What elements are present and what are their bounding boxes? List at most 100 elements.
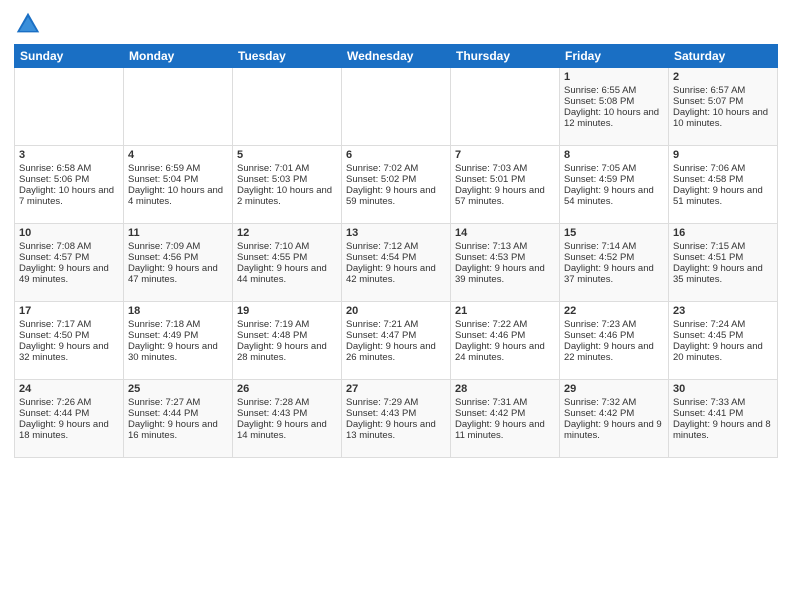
day-number: 5	[237, 149, 337, 161]
day-info: Daylight: 9 hours and 28 minutes.	[237, 341, 337, 363]
calendar-cell: 27Sunrise: 7:29 AMSunset: 4:43 PMDayligh…	[342, 380, 451, 458]
day-info: Sunrise: 7:18 AM	[128, 319, 228, 330]
day-info: Daylight: 9 hours and 51 minutes.	[673, 185, 773, 207]
day-number: 19	[237, 305, 337, 317]
day-info: Daylight: 9 hours and 32 minutes.	[19, 341, 119, 363]
calendar-cell: 20Sunrise: 7:21 AMSunset: 4:47 PMDayligh…	[342, 302, 451, 380]
calendar-week-row: 3Sunrise: 6:58 AMSunset: 5:06 PMDaylight…	[15, 146, 778, 224]
day-info: Daylight: 9 hours and 37 minutes.	[564, 263, 664, 285]
day-info: Daylight: 9 hours and 57 minutes.	[455, 185, 555, 207]
day-number: 6	[346, 149, 446, 161]
calendar-cell: 28Sunrise: 7:31 AMSunset: 4:42 PMDayligh…	[451, 380, 560, 458]
day-info: Sunrise: 6:59 AM	[128, 163, 228, 174]
day-info: Daylight: 9 hours and 26 minutes.	[346, 341, 446, 363]
day-info: Sunrise: 7:24 AM	[673, 319, 773, 330]
calendar-cell: 14 Sunrise: 7:13 AMSunset: 4:53 PMDayligh…	[451, 224, 560, 302]
day-info: Daylight: 10 hours and 2 minutes.	[237, 185, 337, 207]
day-info: Sunset: 4:53 PM	[455, 252, 555, 263]
day-number: 9	[673, 149, 773, 161]
calendar-cell: 18Sunrise: 7:18 AMSunset: 4:49 PMDayligh…	[124, 302, 233, 380]
calendar-header-sunday: Sunday	[15, 45, 124, 68]
day-number: 14	[455, 227, 555, 239]
day-info: Daylight: 9 hours and 9 minutes.	[564, 419, 664, 441]
day-info: Daylight: 10 hours and 4 minutes.	[128, 185, 228, 207]
day-info: Sunset: 4:55 PM	[237, 252, 337, 263]
calendar-cell: 30Sunrise: 7:33 AMSunset: 4:41 PMDayligh…	[669, 380, 778, 458]
calendar-cell: 17Sunrise: 7:17 AMSunset: 4:50 PMDayligh…	[15, 302, 124, 380]
day-info: Sunrise: 7:13 AM	[455, 241, 555, 252]
day-info: Daylight: 9 hours and 18 minutes.	[19, 419, 119, 441]
day-info: Sunrise: 6:57 AM	[673, 85, 773, 96]
day-number: 23	[673, 305, 773, 317]
day-info: Sunrise: 7:19 AM	[237, 319, 337, 330]
day-info: Sunrise: 7:32 AM	[564, 397, 664, 408]
day-number: 29	[564, 383, 664, 395]
day-info: Sunrise: 7:29 AM	[346, 397, 446, 408]
day-info: Sunrise: 7:08 AM	[19, 241, 119, 252]
day-info: Sunrise: 6:55 AM	[564, 85, 664, 96]
day-number: 22	[564, 305, 664, 317]
day-info: Sunrise: 7:06 AM	[673, 163, 773, 174]
day-info: Daylight: 9 hours and 8 minutes.	[673, 419, 773, 441]
day-number: 13	[346, 227, 446, 239]
day-info: Sunrise: 7:21 AM	[346, 319, 446, 330]
day-info: Daylight: 9 hours and 42 minutes.	[346, 263, 446, 285]
day-info: Sunset: 4:59 PM	[564, 174, 664, 185]
day-info: Daylight: 9 hours and 49 minutes.	[19, 263, 119, 285]
day-info: Sunrise: 7:27 AM	[128, 397, 228, 408]
day-info: Sunrise: 7:09 AM	[128, 241, 228, 252]
day-info: Sunset: 5:02 PM	[346, 174, 446, 185]
calendar-cell: 11 Sunrise: 7:09 AMSunset: 4:56 PMDayligh…	[124, 224, 233, 302]
day-info: Sunset: 4:48 PM	[237, 330, 337, 341]
calendar-cell: 21Sunrise: 7:22 AMSunset: 4:46 PMDayligh…	[451, 302, 560, 380]
day-info: Daylight: 9 hours and 16 minutes.	[128, 419, 228, 441]
calendar-cell: 1Sunrise: 6:55 AMSunset: 5:08 PMDaylight…	[560, 68, 669, 146]
day-info: Sunrise: 6:58 AM	[19, 163, 119, 174]
day-info: Daylight: 10 hours and 7 minutes.	[19, 185, 119, 207]
day-info: Sunset: 4:44 PM	[19, 408, 119, 419]
day-info: Sunset: 5:04 PM	[128, 174, 228, 185]
calendar-header-row: SundayMondayTuesdayWednesdayThursdayFrid…	[15, 45, 778, 68]
day-info: Sunset: 4:51 PM	[673, 252, 773, 263]
day-number: 11	[128, 227, 228, 239]
day-number: 7	[455, 149, 555, 161]
day-number: 16	[673, 227, 773, 239]
day-info: Daylight: 9 hours and 24 minutes.	[455, 341, 555, 363]
day-info: Sunset: 4:42 PM	[564, 408, 664, 419]
day-info: Sunset: 4:56 PM	[128, 252, 228, 263]
calendar-week-row: 24Sunrise: 7:26 AMSunset: 4:44 PMDayligh…	[15, 380, 778, 458]
calendar-cell: 23Sunrise: 7:24 AMSunset: 4:45 PMDayligh…	[669, 302, 778, 380]
day-number: 26	[237, 383, 337, 395]
calendar-cell	[233, 68, 342, 146]
day-info: Daylight: 9 hours and 54 minutes.	[564, 185, 664, 207]
day-info: Sunset: 4:50 PM	[19, 330, 119, 341]
day-info: Sunset: 5:03 PM	[237, 174, 337, 185]
day-info: Daylight: 9 hours and 39 minutes.	[455, 263, 555, 285]
day-info: Daylight: 9 hours and 14 minutes.	[237, 419, 337, 441]
calendar-cell: 22Sunrise: 7:23 AMSunset: 4:46 PMDayligh…	[560, 302, 669, 380]
page: SundayMondayTuesdayWednesdayThursdayFrid…	[0, 0, 792, 468]
day-number: 24	[19, 383, 119, 395]
day-info: Sunset: 4:58 PM	[673, 174, 773, 185]
day-info: Sunset: 5:01 PM	[455, 174, 555, 185]
day-info: Sunrise: 7:31 AM	[455, 397, 555, 408]
day-number: 8	[564, 149, 664, 161]
calendar-cell: 8Sunrise: 7:05 AMSunset: 4:59 PMDaylight…	[560, 146, 669, 224]
day-info: Sunrise: 7:33 AM	[673, 397, 773, 408]
calendar-cell: 2Sunrise: 6:57 AMSunset: 5:07 PMDaylight…	[669, 68, 778, 146]
day-number: 17	[19, 305, 119, 317]
day-info: Daylight: 9 hours and 47 minutes.	[128, 263, 228, 285]
day-info: Daylight: 9 hours and 22 minutes.	[564, 341, 664, 363]
day-number: 20	[346, 305, 446, 317]
day-info: Daylight: 9 hours and 13 minutes.	[346, 419, 446, 441]
calendar-cell: 6Sunrise: 7:02 AMSunset: 5:02 PMDaylight…	[342, 146, 451, 224]
calendar-week-row: 10Sunrise: 7:08 AMSunset: 4:57 PMDayligh…	[15, 224, 778, 302]
calendar-week-row: 1Sunrise: 6:55 AMSunset: 5:08 PMDaylight…	[15, 68, 778, 146]
day-info: Sunset: 5:07 PM	[673, 96, 773, 107]
day-info: Sunrise: 7:01 AM	[237, 163, 337, 174]
day-info: Sunrise: 7:22 AM	[455, 319, 555, 330]
calendar-header-saturday: Saturday	[669, 45, 778, 68]
calendar-cell: 19 Sunrise: 7:19 AMSunset: 4:48 PMDayligh…	[233, 302, 342, 380]
day-info: Sunset: 4:57 PM	[19, 252, 119, 263]
day-number: 3	[19, 149, 119, 161]
